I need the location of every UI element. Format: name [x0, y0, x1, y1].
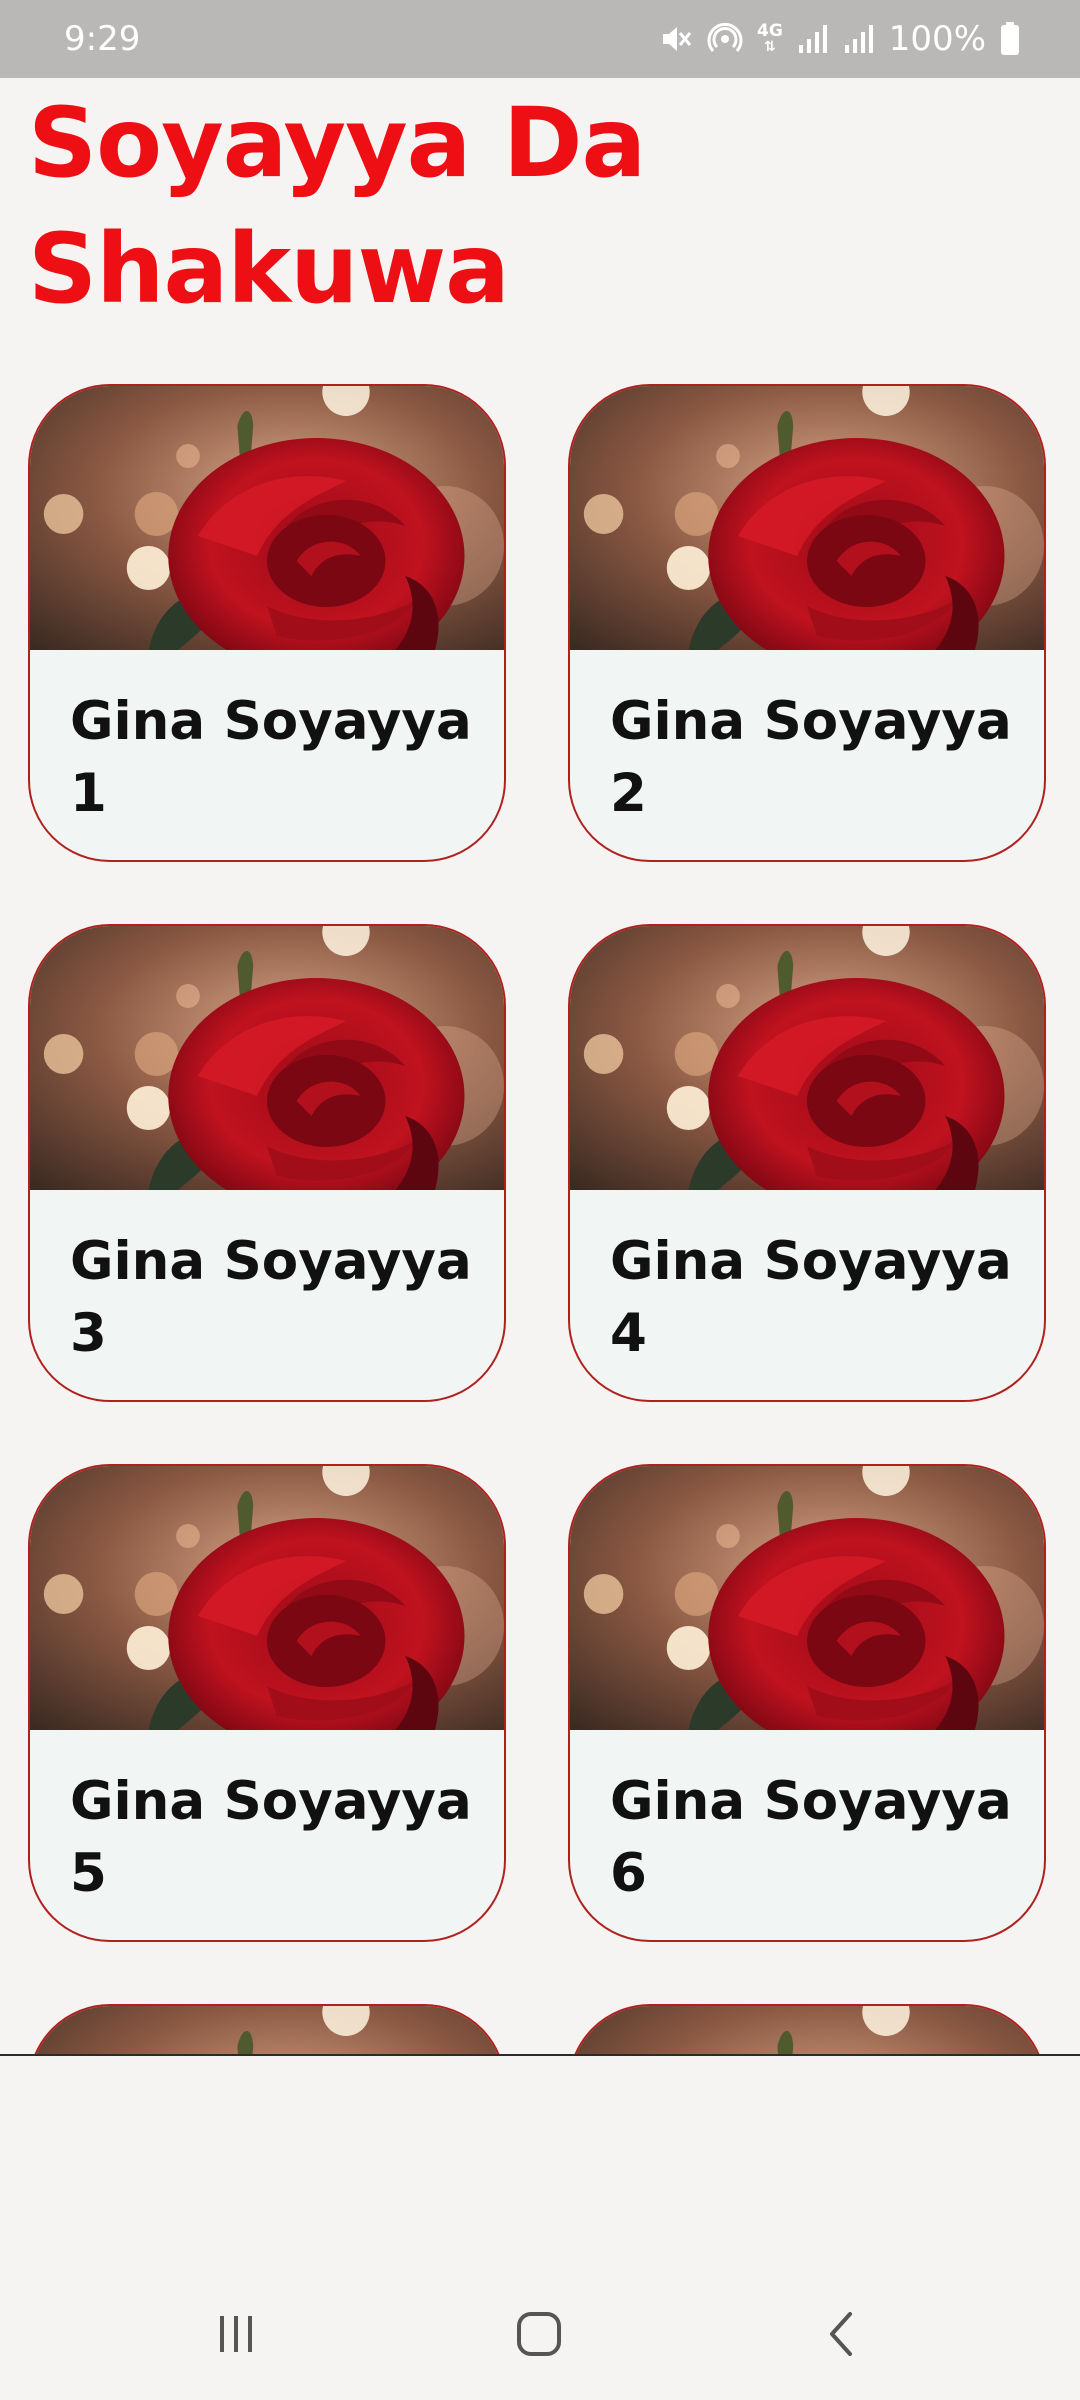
card-partial-8[interactable]	[568, 2004, 1046, 2054]
rose-image	[30, 1466, 504, 1730]
navigation-bar	[0, 2056, 1080, 2400]
card-gina-soyayya-6[interactable]: Gina Soyayya 6	[568, 1464, 1046, 1942]
card-partial-7[interactable]	[28, 2004, 506, 2054]
rose-image	[570, 926, 1044, 1190]
page-title: Soyayya Da Shakuwa	[28, 87, 646, 325]
recent-apps-icon[interactable]	[176, 2274, 296, 2394]
card-gina-soyayya-1[interactable]: Gina Soyayya 1	[28, 384, 506, 862]
card-label: Gina Soyayya 4	[610, 1231, 1012, 1364]
rose-image	[30, 926, 504, 1190]
card-label: Gina Soyayya 2	[610, 691, 1012, 824]
card-label: Gina Soyayya 6	[610, 1771, 1012, 1904]
status-bar: 9:29 4G ⇅ 100%	[0, 0, 1080, 78]
card-label: Gina Soyayya 3	[70, 1231, 472, 1364]
battery-percent: 100%	[888, 19, 986, 59]
card-label: Gina Soyayya 1	[70, 691, 472, 824]
network-4g-icon: 4G ⇅	[757, 21, 783, 56]
status-time: 9:29	[64, 19, 141, 59]
card-label: Gina Soyayya 5	[70, 1771, 472, 1904]
card-grid[interactable]: Gina Soyayya 1 Gina Soyayya 2 Gina Soyay…	[0, 360, 1080, 2054]
rose-image	[570, 1466, 1044, 1730]
rose-image	[30, 2006, 504, 2054]
rose-image	[570, 386, 1044, 650]
signal-icon	[797, 23, 829, 55]
back-icon[interactable]	[782, 2274, 902, 2394]
rose-image	[30, 386, 504, 650]
card-gina-soyayya-4[interactable]: Gina Soyayya 4	[568, 924, 1046, 1402]
home-icon[interactable]	[479, 2274, 599, 2394]
hotspot-icon	[707, 21, 743, 57]
network-type: 4G	[757, 21, 783, 41]
card-gina-soyayya-3[interactable]: Gina Soyayya 3	[28, 924, 506, 1402]
battery-icon	[1000, 22, 1020, 56]
signal-icon	[843, 23, 875, 55]
card-gina-soyayya-5[interactable]: Gina Soyayya 5	[28, 1464, 506, 1942]
status-icons: 4G ⇅ 100%	[659, 19, 1020, 59]
mute-icon	[659, 22, 693, 56]
card-gina-soyayya-2[interactable]: Gina Soyayya 2	[568, 384, 1046, 862]
rose-image	[570, 2006, 1044, 2054]
